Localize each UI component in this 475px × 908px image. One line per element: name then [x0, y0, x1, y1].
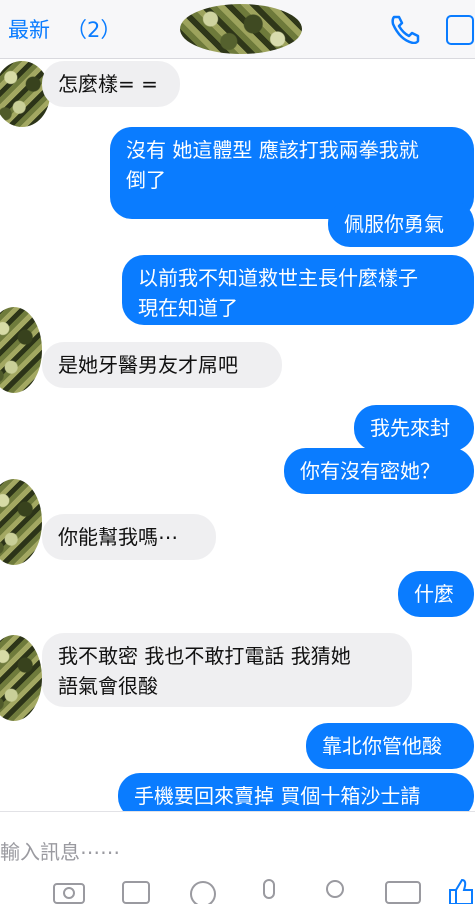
video-call-icon[interactable] — [446, 15, 474, 45]
message-outgoing[interactable]: 以前我不知道救世主長什麼樣子 現在知道了 — [122, 255, 474, 325]
back-button[interactable]: 最新 （2） — [8, 14, 121, 44]
message-outgoing[interactable]: 佩服你勇氣 — [328, 201, 474, 247]
emoji-icon[interactable] — [186, 878, 220, 904]
message-list: 怎麼樣= = 沒有 她這體型 應該打我兩拳我就 倒了 佩服你勇氣 以前我不知道救… — [0, 59, 475, 811]
message-incoming[interactable]: 我不敢密 我也不敢打電話 我猜她 語氣會很酸 — [42, 633, 412, 707]
message-outgoing[interactable]: 手機要回來賣掉 買個十箱沙士請 — [118, 773, 474, 811]
phone-icon[interactable] — [388, 14, 422, 44]
contact-avatar-small — [0, 479, 42, 565]
message-outgoing[interactable]: 靠北你管他酸 — [306, 723, 474, 769]
microphone-icon[interactable] — [254, 878, 284, 904]
message-incoming[interactable]: 你能幫我嗎⋯ — [42, 514, 216, 560]
conversation-header: 最新 （2） — [0, 0, 475, 59]
location-icon[interactable] — [318, 878, 352, 904]
message-incoming[interactable]: 怎麼樣= = — [42, 61, 180, 107]
message-incoming[interactable]: 是她牙醫男友才屌吧 — [42, 342, 282, 388]
message-composer: 輸入訊息⋯⋯ — [0, 811, 475, 904]
like-icon[interactable] — [446, 878, 474, 904]
message-outgoing[interactable]: 我先來封 — [354, 405, 474, 451]
contact-avatar-small — [0, 635, 42, 721]
gif-icon[interactable] — [384, 878, 424, 904]
unread-count: （2） — [66, 18, 122, 42]
contact-avatar[interactable] — [180, 4, 302, 54]
camera-icon[interactable] — [52, 878, 86, 904]
message-outgoing[interactable]: 什麼 — [398, 571, 474, 617]
message-outgoing[interactable]: 你有沒有密她？ — [284, 448, 474, 494]
composer-toolbar — [0, 878, 475, 908]
back-label: 最新 — [8, 18, 50, 42]
contact-avatar-small — [0, 61, 50, 127]
message-input[interactable]: 輸入訊息⋯⋯ — [0, 836, 120, 865]
contact-avatar-small — [0, 307, 42, 393]
gallery-icon[interactable] — [120, 878, 154, 904]
